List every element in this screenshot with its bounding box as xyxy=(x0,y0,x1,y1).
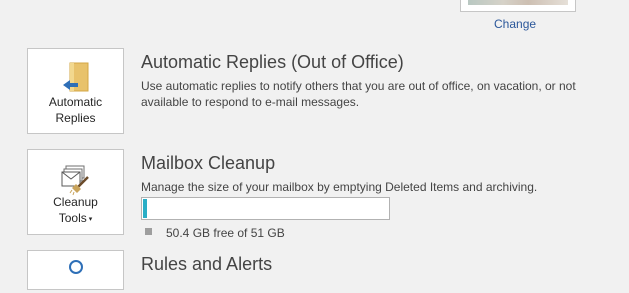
mailbox-usage-bar xyxy=(141,197,390,220)
mailbox-cleanup-description: Manage the size of your mailbox by empty… xyxy=(141,180,538,194)
rules-alerts-title: Rules and Alerts xyxy=(141,254,273,274)
chevron-down-icon: ▾ xyxy=(88,216,93,223)
cleanup-tools-label-line1: Cleanup xyxy=(53,195,98,209)
cleanup-tools-label-line2: Tools ▾ xyxy=(58,211,93,225)
rules-alerts-icon xyxy=(68,260,83,274)
profile-photo xyxy=(460,0,576,12)
automatic-replies-button[interactable]: Automatic Replies xyxy=(27,48,124,134)
storage-free-text: 50.4 GB free of 51 GB xyxy=(166,226,285,240)
storage-legend-square xyxy=(145,228,152,235)
automatic-replies-description: Use automatic replies to notify others t… xyxy=(141,79,576,109)
manage-rules-alerts-button[interactable] xyxy=(27,250,124,290)
profile-photo-image xyxy=(468,0,568,5)
automatic-replies-icon xyxy=(62,62,88,92)
automatic-replies-label-line2: Replies xyxy=(55,111,96,125)
automatic-replies-title: Automatic Replies (Out of Office) xyxy=(141,52,404,72)
mailbox-usage-fill xyxy=(143,199,147,218)
mailbox-cleanup-title: Mailbox Cleanup xyxy=(141,153,276,173)
cleanup-tools-icon xyxy=(61,165,89,196)
change-photo-link[interactable]: Change xyxy=(494,17,536,31)
automatic-replies-label-line1: Automatic xyxy=(48,95,103,109)
cleanup-tools-button[interactable]: Cleanup Tools ▾ xyxy=(27,149,124,235)
